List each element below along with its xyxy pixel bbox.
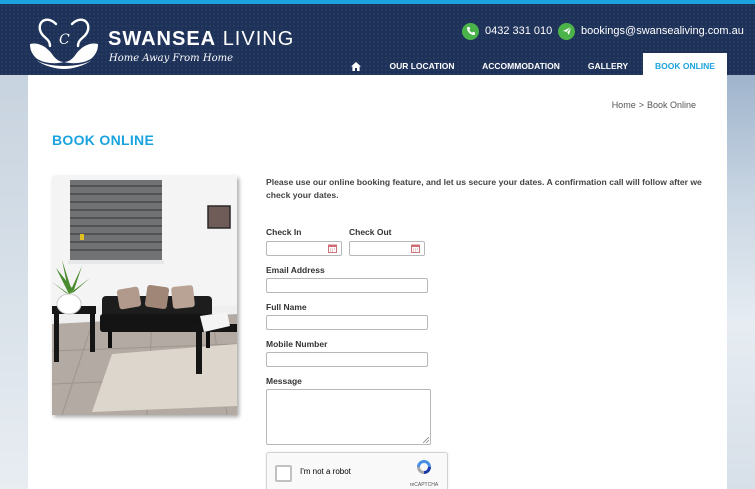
recaptcha-brand: reCAPTCHA [409, 482, 439, 488]
check-in-label: Check In [266, 227, 302, 237]
site-title-part2: LIVING [222, 28, 295, 50]
page-background-left [0, 75, 28, 489]
svg-text:C: C [59, 32, 70, 48]
intro-text: Please use our online booking feature, a… [266, 177, 702, 200]
email-address: bookings@swansealiving.com.au [581, 25, 744, 37]
full-name-label: Full Name [266, 302, 307, 312]
breadcrumb-home-link[interactable]: Home [612, 100, 636, 110]
page-background-right [727, 75, 755, 489]
message-label: Message [266, 376, 302, 386]
mobile-input[interactable] [266, 352, 428, 367]
calendar-icon[interactable] [411, 244, 420, 253]
site-header: C SWANSEA LIVING Home Away From Home 043… [0, 4, 755, 79]
phone-contact[interactable]: 0432 331 010 [462, 22, 552, 40]
check-out-label: Check Out [349, 227, 392, 237]
recaptcha-icon [417, 460, 431, 474]
recaptcha-logo: reCAPTCHA [407, 458, 441, 488]
phone-icon [462, 22, 479, 40]
page-title: BOOK ONLINE [52, 132, 155, 148]
email-input[interactable] [266, 278, 428, 293]
room-photo [52, 176, 237, 415]
message-textarea[interactable] [266, 389, 431, 445]
home-icon [351, 62, 361, 72]
email-contact[interactable]: bookings@swansealiving.com.au [558, 22, 744, 40]
email-label: Email Address [266, 265, 325, 275]
recaptcha-label: I'm not a robot [300, 467, 351, 476]
phone-number: 0432 331 010 [485, 25, 553, 37]
check-in-input[interactable] [266, 241, 342, 256]
send-icon [558, 22, 575, 40]
mobile-label: Mobile Number [266, 339, 328, 349]
recaptcha-widget: I'm not a robot reCAPTCHA [266, 452, 448, 489]
breadcrumb-separator: > [638, 100, 644, 110]
site-title-part1: SWANSEA [108, 28, 217, 50]
calendar-icon[interactable] [328, 244, 337, 253]
full-name-input[interactable] [266, 315, 428, 330]
breadcrumb: Home > Book Online [612, 100, 696, 110]
resize-handle-icon[interactable] [423, 437, 429, 443]
site-title: SWANSEA LIVING [108, 28, 294, 51]
main-content: Home > Book Online BOOK ONLINE Please us… [28, 75, 727, 489]
check-out-input[interactable] [349, 241, 425, 256]
recaptcha-checkbox[interactable] [275, 465, 292, 482]
breadcrumb-current: Book Online [646, 100, 696, 110]
